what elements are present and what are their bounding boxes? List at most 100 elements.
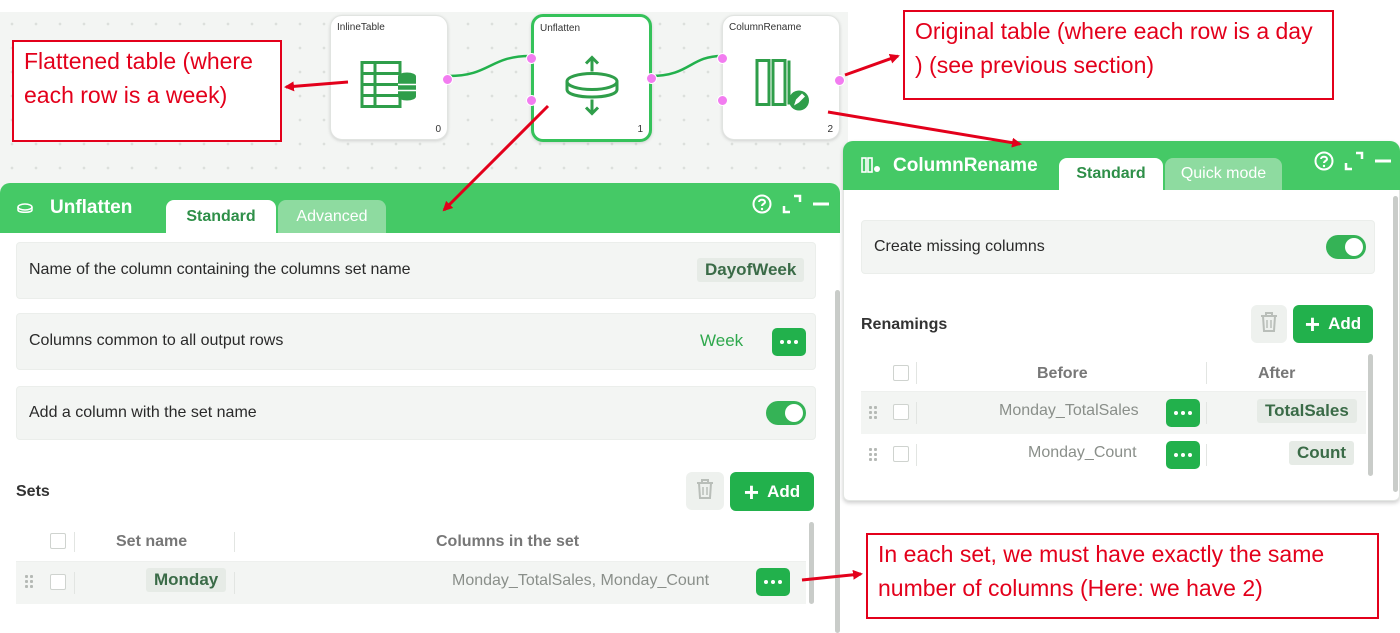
column-separator bbox=[234, 532, 235, 552]
input-port[interactable] bbox=[526, 53, 537, 64]
before-cell: Monday_Count bbox=[1028, 444, 1137, 461]
node-label: Unflatten bbox=[540, 23, 581, 34]
column-header-before: Before bbox=[1037, 365, 1088, 382]
delete-button[interactable] bbox=[686, 472, 724, 510]
add-column-row: Add a column with the set name bbox=[16, 386, 816, 440]
annotation-sets: In each set, we must have exactly the sa… bbox=[866, 533, 1379, 619]
common-columns-value: Week bbox=[700, 331, 744, 350]
tab-advanced[interactable]: Advanced bbox=[278, 200, 386, 233]
output-port[interactable] bbox=[646, 73, 657, 84]
add-set-button[interactable]: + Add bbox=[730, 472, 814, 511]
drag-handle-icon[interactable] bbox=[868, 447, 878, 463]
column-separator bbox=[74, 572, 75, 594]
more-options-button[interactable] bbox=[1166, 441, 1200, 469]
minimize-icon[interactable] bbox=[812, 194, 830, 219]
unflatten-icon bbox=[15, 200, 35, 223]
column-separator bbox=[916, 362, 917, 384]
table-row[interactable]: Monday Monday_TotalSales, Monday_Count bbox=[16, 562, 806, 604]
node-index: 1 bbox=[637, 124, 643, 135]
column-separator bbox=[916, 444, 917, 466]
input-port[interactable] bbox=[717, 95, 728, 106]
trash-icon bbox=[1259, 311, 1279, 338]
row-checkbox[interactable] bbox=[893, 446, 909, 462]
input-port[interactable] bbox=[526, 95, 537, 106]
panel-scrollbar[interactable] bbox=[1393, 196, 1398, 492]
column-separator bbox=[1206, 402, 1207, 424]
node-columnrename[interactable]: ColumnRename 2 bbox=[717, 15, 845, 140]
expand-icon[interactable] bbox=[1344, 151, 1364, 176]
panel-scrollbar[interactable] bbox=[835, 290, 840, 633]
delete-button[interactable] bbox=[1251, 305, 1287, 343]
column-header-after: After bbox=[1258, 365, 1296, 382]
sets-grid-header: Set name Columns in the set bbox=[16, 522, 806, 562]
table-row[interactable]: Monday_Count Count bbox=[861, 434, 1366, 476]
node-label: InlineTable bbox=[337, 22, 385, 33]
column-rename-icon bbox=[751, 57, 811, 118]
after-cell[interactable]: TotalSales bbox=[1257, 399, 1357, 423]
column-rename-icon bbox=[861, 156, 881, 179]
help-icon[interactable] bbox=[1314, 151, 1334, 176]
tab-quick-mode[interactable]: Quick mode bbox=[1165, 158, 1282, 190]
output-port[interactable] bbox=[834, 75, 845, 86]
panel-title: Unflatten bbox=[50, 197, 133, 218]
add-label: Add bbox=[767, 481, 801, 501]
output-port[interactable] bbox=[442, 74, 453, 85]
common-columns-row: Columns common to all output rows bbox=[16, 313, 816, 370]
help-icon[interactable] bbox=[752, 194, 772, 219]
node-label: ColumnRename bbox=[729, 22, 802, 33]
trash-icon bbox=[695, 478, 715, 505]
create-missing-label: Create missing columns bbox=[874, 238, 1045, 255]
column-separator bbox=[1206, 362, 1207, 384]
tab-standard[interactable]: Standard bbox=[166, 200, 276, 233]
column-header-columns: Columns in the set bbox=[436, 533, 580, 550]
set-name-cell[interactable]: Monday bbox=[146, 568, 227, 592]
panel-title: ColumnRename bbox=[893, 155, 1038, 176]
select-all-checkbox[interactable] bbox=[50, 533, 66, 549]
more-options-button[interactable] bbox=[772, 328, 806, 356]
panel-controls bbox=[752, 194, 830, 219]
input-port[interactable] bbox=[717, 53, 728, 64]
before-cell: Monday_TotalSales bbox=[999, 402, 1139, 419]
create-missing-toggle[interactable] bbox=[1326, 235, 1366, 259]
renamings-grid-header: Before After bbox=[861, 354, 1366, 392]
unflatten-icon bbox=[562, 53, 622, 122]
node-inlinetable[interactable]: InlineTable 0 bbox=[330, 15, 453, 140]
plus-icon: + bbox=[743, 476, 760, 507]
minimize-icon[interactable] bbox=[1374, 151, 1392, 176]
scrollbar[interactable] bbox=[809, 522, 814, 604]
column-separator bbox=[74, 532, 75, 552]
table-row[interactable]: Monday_TotalSales TotalSales bbox=[861, 392, 1366, 434]
plus-icon: + bbox=[1304, 309, 1321, 339]
columns-cell: Monday_TotalSales, Monday_Count bbox=[452, 572, 710, 589]
set-name-column-value[interactable]: DayofWeek bbox=[697, 258, 805, 282]
row-checkbox[interactable] bbox=[893, 404, 909, 420]
annotation-original: Original table (where each row is a day … bbox=[903, 10, 1334, 100]
workflow-screen: InlineTable 0 Unflatten 1 ColumnRename 2… bbox=[0, 0, 1400, 633]
select-all-checkbox[interactable] bbox=[893, 365, 909, 381]
row-checkbox[interactable] bbox=[50, 574, 66, 590]
set-name-column-row: Name of the column containing the column… bbox=[16, 242, 816, 299]
annotation-flattened: Flattened table (where each row is a wee… bbox=[12, 40, 282, 142]
columnrename-panel-header: ColumnRename Standard Quick mode bbox=[843, 141, 1400, 190]
drag-handle-icon[interactable] bbox=[868, 405, 878, 421]
expand-icon[interactable] bbox=[782, 194, 802, 219]
add-label: Add bbox=[1328, 314, 1362, 333]
unflatten-panel-header: Unflatten Standard Advanced bbox=[0, 183, 840, 233]
table-database-icon bbox=[359, 59, 419, 116]
column-separator bbox=[1206, 444, 1207, 466]
tab-standard[interactable]: Standard bbox=[1059, 158, 1163, 190]
more-options-button[interactable] bbox=[756, 568, 790, 596]
after-cell[interactable]: Count bbox=[1289, 441, 1355, 465]
scrollbar[interactable] bbox=[1368, 354, 1373, 476]
panel-controls bbox=[1314, 151, 1392, 176]
common-columns-label: Columns common to all output rows bbox=[29, 332, 284, 349]
node-unflatten[interactable]: Unflatten 1 bbox=[526, 14, 657, 142]
renamings-title: Renamings bbox=[861, 316, 948, 333]
more-options-button[interactable] bbox=[1166, 399, 1200, 427]
node-index: 2 bbox=[827, 124, 833, 135]
add-column-toggle[interactable] bbox=[766, 401, 806, 425]
drag-handle-icon[interactable] bbox=[24, 574, 34, 590]
column-separator bbox=[234, 572, 235, 594]
add-renaming-button[interactable]: + Add bbox=[1293, 305, 1373, 343]
node-index: 0 bbox=[435, 124, 441, 135]
